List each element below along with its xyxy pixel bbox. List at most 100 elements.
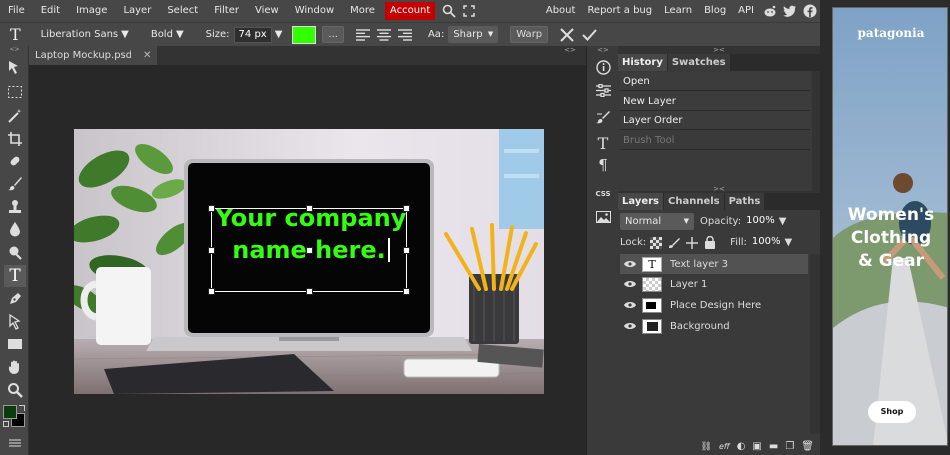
panel-collapse-icon[interactable]: ><	[618, 46, 820, 54]
close-icon[interactable]: ✕	[143, 46, 151, 65]
warp-button[interactable]: Warp	[510, 26, 549, 43]
dodge-tool-icon[interactable]	[4, 242, 26, 264]
foreground-color-swatch[interactable]	[3, 405, 17, 419]
tab-layers[interactable]: Layers	[618, 193, 663, 210]
history-item[interactable]: Brush Tool	[620, 131, 810, 150]
crop-tool-icon[interactable]	[4, 128, 26, 150]
menu-more[interactable]: More	[342, 0, 383, 22]
panel-collapse-icon[interactable]: <>	[587, 46, 619, 54]
history-item[interactable]: Open	[620, 72, 810, 91]
document-tab[interactable]: Laptop Mockup.psd ✕	[29, 46, 158, 65]
rectangle-tool-icon[interactable]	[4, 333, 26, 355]
menu-image[interactable]: Image	[68, 0, 115, 22]
menu-layer[interactable]: Layer	[115, 0, 159, 22]
tab-channels[interactable]: Channels	[664, 193, 724, 210]
lock-pixels-icon[interactable]	[668, 237, 681, 249]
zoom-tool-icon[interactable]	[4, 379, 26, 401]
transform-handle[interactable]	[306, 247, 313, 254]
font-weight-select[interactable]: Bold ▼	[151, 29, 184, 40]
tab-swatches[interactable]: Swatches	[667, 54, 730, 71]
clone-stamp-tool-icon[interactable]	[4, 196, 26, 218]
tab-history[interactable]: History	[618, 54, 667, 71]
menu-file[interactable]: File	[0, 0, 33, 22]
advertisement[interactable]: patagonia Women's Clothing & Gear Shop	[832, 7, 948, 446]
transform-handle[interactable]	[403, 288, 410, 295]
visibility-eye-icon[interactable]	[624, 322, 636, 330]
text-bounding-box[interactable]	[208, 205, 410, 295]
reddit-icon[interactable]	[760, 0, 780, 22]
transform-handle[interactable]	[208, 247, 215, 254]
align-center-icon[interactable]	[375, 27, 393, 43]
lock-all-icon[interactable]	[704, 236, 716, 249]
hand-tool-icon[interactable]	[4, 356, 26, 378]
menu-learn[interactable]: Learn	[658, 0, 698, 22]
layer-mask-icon[interactable]: ▣	[752, 441, 761, 452]
align-right-icon[interactable]	[396, 27, 414, 43]
visibility-eye-icon[interactable]	[624, 280, 636, 288]
account-button[interactable]: Account	[384, 2, 436, 20]
layer-row[interactable]: Background	[620, 316, 808, 336]
menu-report-bug[interactable]: Report a bug	[581, 0, 658, 22]
panel-collapse-icon[interactable]: <>	[0, 47, 29, 53]
blur-tool-icon[interactable]	[4, 218, 26, 240]
chevron-down-icon[interactable]: ▼	[779, 216, 787, 227]
adjustments-icon[interactable]	[592, 79, 614, 101]
layer-row[interactable]: Layer 1	[620, 274, 808, 294]
font-size-input[interactable]: 74 px	[233, 26, 272, 43]
lock-position-icon[interactable]	[686, 236, 699, 249]
panel-collapse-icon[interactable]: ><	[618, 185, 820, 193]
menu-blog[interactable]: Blog	[698, 0, 732, 22]
cancel-icon[interactable]	[560, 27, 574, 42]
marquee-tool-icon[interactable]	[4, 81, 26, 103]
paragraph-icon[interactable]: ¶	[592, 154, 614, 176]
panel-collapse-icon[interactable]: <>	[554, 46, 586, 54]
transform-handle[interactable]	[403, 247, 410, 254]
opacity-input[interactable]: 100%	[744, 213, 777, 230]
fullscreen-icon[interactable]	[459, 0, 479, 22]
tab-paths[interactable]: Paths	[724, 193, 765, 210]
chevron-down-icon[interactable]: ▼	[785, 237, 793, 248]
menu-filter[interactable]: Filter	[206, 0, 247, 22]
lock-transparency-icon[interactable]	[650, 236, 663, 249]
link-layers-icon[interactable]: ⛓	[701, 442, 712, 452]
layer-row[interactable]: Place Design Here	[620, 295, 808, 315]
chevron-down-icon[interactable]: ▼	[275, 29, 283, 40]
menu-select[interactable]: Select	[159, 0, 206, 22]
move-tool-icon[interactable]	[4, 57, 26, 79]
brush-settings-icon[interactable]	[592, 106, 614, 128]
transform-handle[interactable]	[208, 205, 215, 212]
swap-colors-icon[interactable]	[19, 405, 25, 411]
align-left-icon[interactable]	[354, 27, 372, 43]
adjustment-layer-icon[interactable]: ◐	[737, 441, 746, 452]
twitter-icon[interactable]	[780, 0, 800, 22]
scrollbar[interactable]	[810, 254, 820, 434]
search-icon[interactable]	[439, 0, 459, 22]
history-item[interactable]: New Layer	[620, 92, 810, 111]
anti-alias-select[interactable]: Sharp ▼	[448, 26, 499, 43]
delete-layer-icon[interactable]: 🗑	[801, 441, 814, 452]
image-icon[interactable]	[592, 206, 614, 228]
pen-tool-icon[interactable]	[4, 288, 26, 310]
transform-handle[interactable]	[306, 288, 313, 295]
fill-input[interactable]: 100%	[749, 234, 783, 251]
visibility-eye-icon[interactable]	[624, 260, 636, 268]
history-item[interactable]: Layer Order	[620, 111, 810, 130]
facebook-icon[interactable]	[800, 0, 820, 22]
menu-about[interactable]: About	[540, 0, 582, 22]
magic-wand-tool-icon[interactable]	[4, 105, 26, 127]
type-tool-button[interactable]: T	[4, 265, 26, 287]
transform-handle[interactable]	[306, 205, 313, 212]
layer-row[interactable]: T Text layer 3	[620, 254, 808, 274]
menu-window[interactable]: Window	[287, 0, 342, 22]
info-icon[interactable]	[592, 56, 614, 78]
transform-handle[interactable]	[403, 205, 410, 212]
ad-shop-button[interactable]: Shop	[868, 401, 916, 423]
document-canvas[interactable]: Your company name here.	[74, 129, 544, 394]
new-layer-icon[interactable]: ❐	[785, 441, 794, 452]
layer-effects-icon[interactable]: eff	[719, 442, 730, 451]
commit-check-icon[interactable]	[582, 28, 597, 41]
workspace[interactable]: Your company name here.	[29, 65, 586, 455]
visibility-eye-icon[interactable]	[624, 301, 636, 309]
menu-lines-icon[interactable]	[4, 432, 26, 454]
font-family-select[interactable]: Liberation Sans ▼	[41, 29, 129, 40]
